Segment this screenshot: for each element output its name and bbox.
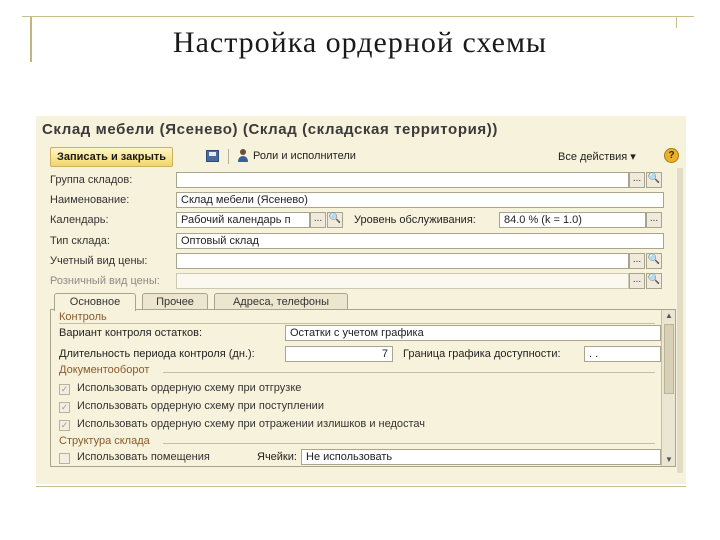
save-and-close-button[interactable]: Записать и закрыть (50, 147, 174, 167)
control-divider (59, 323, 655, 324)
period-field[interactable]: 7 (285, 346, 393, 362)
checkbox-shipment[interactable]: ✓ (59, 384, 70, 395)
group-field[interactable] (176, 172, 629, 188)
name-field[interactable]: Склад мебели (Ясенево) (176, 192, 664, 208)
structure-section-title: Структура склада (59, 435, 150, 447)
roles-link[interactable]: Роли и исполнители (253, 150, 356, 162)
retail-price-select-button[interactable]: ... (629, 273, 645, 289)
checkbox-rooms[interactable] (59, 453, 70, 464)
tab-vertical-scrollbar[interactable]: ▲ ▼ (661, 310, 675, 466)
account-price-select-button[interactable]: ... (629, 253, 645, 269)
window-title: Склад мебели (Ясенево) (Склад (складская… (42, 121, 498, 138)
name-label: Наименование: (50, 194, 130, 206)
calendar-select-button[interactable]: ... (310, 212, 326, 228)
toolbar: Записать и закрыть Роли и исполнители Вс… (36, 146, 686, 168)
tab-main[interactable]: Основное (54, 293, 136, 311)
cells-label: Ячейки: (257, 451, 297, 463)
calendar-search-icon[interactable]: 🔍 (327, 212, 343, 228)
structure-divider (163, 443, 655, 444)
period-label: Длительность периода контроля (дн.): (59, 348, 255, 360)
group-search-icon[interactable]: 🔍 (646, 172, 662, 188)
scroll-thumb[interactable] (664, 324, 674, 394)
calendar-row: Календарь: Рабочий календарь п ... 🔍 Уро… (36, 212, 686, 230)
scroll-up-arrow-icon[interactable]: ▲ (662, 310, 675, 322)
calendar-label: Календарь: (50, 214, 109, 226)
retail-price-search-icon[interactable]: 🔍 (646, 273, 662, 289)
docflow-section-title: Документооборот (59, 364, 150, 376)
person-icon (237, 148, 249, 164)
slide-frame-bottom (36, 486, 686, 487)
account-price-row: Учетный вид цены: ... 🔍 (36, 253, 686, 271)
service-level-label: Уровень обслуживания: (354, 214, 476, 226)
control-section-title: Контроль (59, 311, 107, 323)
form-scrollbar[interactable] (677, 168, 683, 473)
stock-control-field[interactable]: Остатки с учетом графика (285, 325, 661, 341)
cells-field[interactable]: Не использовать (301, 449, 661, 465)
boundary-label: Граница графика доступности: (403, 348, 561, 360)
tab-other[interactable]: Прочее (142, 293, 208, 310)
slide-frame-top (22, 16, 694, 17)
account-price-field[interactable] (176, 253, 629, 269)
stock-control-label: Вариант контроля остатков: (59, 327, 202, 339)
warehouse-type-field[interactable]: Оптовый склад (176, 233, 664, 249)
scroll-down-arrow-icon[interactable]: ▼ (662, 454, 675, 466)
checkbox-shipment-label: Использовать ордерную схему при отгрузке (77, 382, 302, 394)
account-price-label: Учетный вид цены: (50, 255, 148, 267)
checkbox-receipt-label: Использовать ордерную схему при поступле… (77, 400, 324, 412)
form-window: Склад мебели (Ясенево) (Склад (складская… (36, 116, 686, 484)
group-row: Группа складов: ... 🔍 (36, 172, 686, 190)
account-price-search-icon[interactable]: 🔍 (646, 253, 662, 269)
calendar-field[interactable]: Рабочий календарь п (176, 212, 310, 228)
retail-price-field[interactable] (176, 273, 629, 289)
group-select-button[interactable]: ... (629, 172, 645, 188)
retail-price-label: Розничный вид цены: (50, 275, 160, 287)
tab-addresses[interactable]: Адреса, телефоны (214, 293, 348, 310)
checkbox-rooms-label: Использовать помещения (77, 451, 210, 463)
tab-panel-main: Контроль Вариант контроля остатков: Оста… (50, 309, 676, 467)
service-level-field[interactable]: 84.0 % (k = 1.0) (499, 212, 646, 228)
slide-title: Настройка ордерной схемы (172, 26, 548, 59)
boundary-date-field[interactable]: . . (584, 346, 661, 362)
all-actions-menu[interactable]: Все действия ▾ (558, 150, 636, 163)
type-row: Тип склада: Оптовый склад (36, 233, 686, 251)
retail-price-row: Розничный вид цены: ... 🔍 (36, 273, 686, 291)
checkbox-receipt[interactable]: ✓ (59, 402, 70, 413)
help-icon[interactable]: ? (664, 148, 679, 163)
group-label: Группа складов: (50, 174, 133, 186)
service-level-select-button[interactable]: ... (646, 212, 662, 228)
name-row: Наименование: Склад мебели (Ясенево) (36, 192, 686, 210)
docflow-divider (163, 372, 655, 373)
toolbar-separator (228, 149, 229, 164)
save-disk-icon[interactable] (206, 150, 219, 162)
checkbox-surplus-label: Использовать ордерную схему при отражени… (77, 418, 426, 430)
type-label: Тип склада: (50, 235, 110, 247)
checkbox-surplus[interactable]: ✓ (59, 420, 70, 431)
